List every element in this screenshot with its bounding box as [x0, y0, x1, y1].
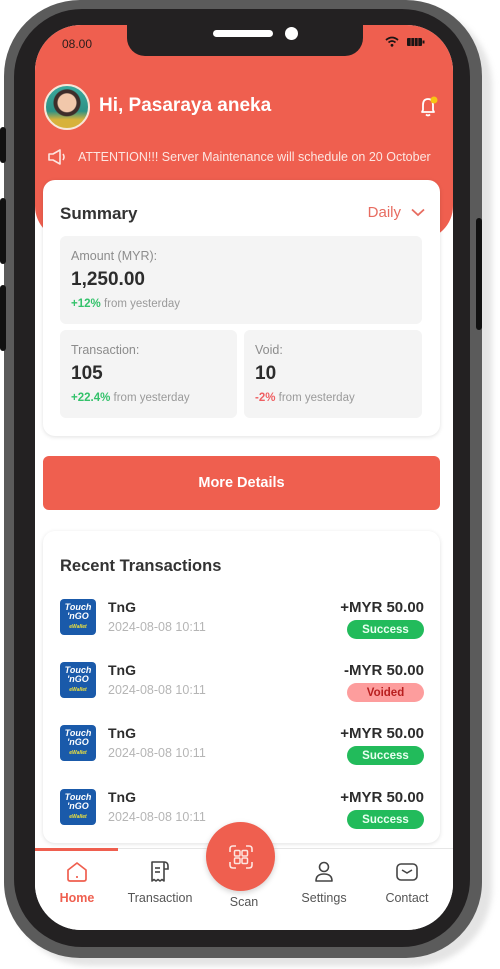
user-icon — [315, 861, 333, 882]
tng-logo-icon: Touch'nGO eWallet — [60, 725, 96, 761]
logo-text: eWallet — [69, 750, 87, 756]
app-screen: 08.00 Hi, Pasaraya aneka ATTENTION!!! Se… — [35, 25, 453, 930]
tng-logo-icon: Touch'nGO eWallet — [60, 599, 96, 635]
void-label: Void: — [255, 343, 283, 357]
transaction-amount: +MYR 50.00 — [340, 789, 424, 806]
active-tab-indicator — [35, 848, 118, 851]
tab-label: Scan — [229, 895, 259, 909]
logo-text: 'nGO — [67, 674, 89, 684]
void-change-percent: -2% — [255, 392, 276, 404]
battery-icon — [407, 37, 425, 46]
user-avatar[interactable] — [44, 84, 90, 130]
change-suffix: from yesterday — [103, 298, 180, 310]
amount-label: Amount (MYR): — [71, 249, 158, 263]
transaction-row[interactable]: Touch'nGO eWallet TnG 2024-08-08 10:11 +M… — [60, 598, 424, 648]
void-value: 10 — [255, 363, 277, 384]
transaction-stat: Transaction: 105 +22.4% from yesterday — [60, 330, 237, 418]
recent-transactions-card: Recent Transactions Touch'nGO eWallet TnG… — [43, 531, 440, 843]
tab-transaction[interactable]: Transaction — [118, 859, 202, 905]
tab-label: Contact — [385, 891, 429, 905]
tab-home[interactable]: Home — [35, 859, 119, 905]
power-button — [476, 218, 482, 330]
mail-icon — [396, 863, 418, 881]
tab-label: Transaction — [127, 891, 193, 905]
transaction-amount: -MYR 50.00 — [343, 662, 424, 679]
more-details-button[interactable]: More Details — [43, 456, 440, 510]
volume-down-button — [0, 285, 6, 351]
amount-stat: Amount (MYR): 1,250.00 +12% from yesterd… — [60, 236, 422, 324]
logo-text: 'nGO — [67, 611, 89, 621]
transaction-amount: +MYR 50.00 — [340, 599, 424, 616]
recent-transactions-title: Recent Transactions — [60, 557, 222, 575]
logo-text: eWallet — [69, 814, 87, 820]
tng-logo-icon: Touch'nGO eWallet — [60, 789, 96, 825]
wifi-icon — [385, 36, 399, 47]
status-time: 08.00 — [62, 37, 93, 51]
home-icon — [67, 862, 87, 882]
transaction-row[interactable]: Touch'nGO eWallet TnG 2024-08-08 10:11 -M… — [60, 661, 424, 711]
bell-icon — [421, 96, 438, 117]
announcement-banner[interactable]: ATTENTION!!! Server Maintenance will sch… — [47, 147, 447, 167]
transaction-value: 105 — [71, 363, 103, 384]
scan-button[interactable] — [206, 822, 275, 891]
transaction-label: Transaction: — [71, 343, 140, 357]
summary-card: Summary Daily Amount (MYR): 1,250.00 +12… — [43, 180, 440, 436]
transaction-amount: +MYR 50.00 — [340, 725, 424, 742]
amount-change-percent: +12% — [71, 298, 101, 310]
transaction-change: +22.4% from yesterday — [71, 392, 190, 404]
period-label: Daily — [367, 204, 401, 221]
change-suffix: from yesterday — [113, 392, 190, 404]
transaction-change-percent: +22.4% — [71, 392, 111, 404]
status-badge: Success — [347, 746, 424, 765]
amount-change: +12% from yesterday — [71, 298, 180, 310]
chevron-down-icon — [411, 208, 425, 217]
tab-label: Settings — [301, 891, 347, 905]
transaction-date: 2024-08-08 10:11 — [108, 620, 206, 634]
tab-scan[interactable]: Scan — [202, 889, 286, 909]
transaction-name: TnG — [108, 662, 136, 678]
announcement-text: ATTENTION!!! Server Maintenance will sch… — [78, 150, 431, 164]
status-badge: Voided — [347, 683, 424, 702]
logo-text: eWallet — [69, 687, 87, 693]
mute-switch — [0, 127, 6, 163]
tab-settings[interactable]: Settings — [282, 859, 366, 905]
tab-contact[interactable]: Contact — [365, 859, 449, 905]
status-icons — [385, 36, 425, 47]
period-dropdown[interactable]: Daily — [368, 204, 425, 221]
greeting-text: Hi, Pasaraya aneka — [99, 95, 272, 116]
logo-text: 'nGO — [67, 801, 89, 811]
change-suffix: from yesterday — [278, 392, 355, 404]
speaker — [213, 30, 273, 37]
logo-text: 'nGO — [67, 737, 89, 747]
status-badge: Success — [347, 620, 424, 639]
qr-scan-icon — [228, 844, 253, 869]
volume-up-button — [0, 198, 6, 264]
status-badge: Success — [347, 810, 424, 829]
transaction-row[interactable]: Touch'nGO eWallet TnG 2024-08-08 10:11 +M… — [60, 724, 424, 774]
void-change: -2% from yesterday — [255, 392, 355, 404]
receipt-icon — [151, 861, 169, 882]
transaction-name: TnG — [108, 599, 136, 615]
transaction-name: TnG — [108, 789, 136, 805]
transaction-name: TnG — [108, 725, 136, 741]
summary-title: Summary — [60, 204, 138, 223]
notification-button[interactable] — [418, 95, 440, 124]
megaphone-icon — [48, 149, 65, 165]
tng-logo-icon: Touch'nGO eWallet — [60, 662, 96, 698]
transaction-date: 2024-08-08 10:11 — [108, 810, 206, 824]
front-camera — [285, 27, 298, 40]
logo-text: eWallet — [69, 624, 87, 630]
transaction-date: 2024-08-08 10:11 — [108, 683, 206, 697]
transaction-date: 2024-08-08 10:11 — [108, 746, 206, 760]
void-stat: Void: 10 -2% from yesterday — [244, 330, 422, 418]
amount-value: 1,250.00 — [71, 269, 145, 290]
tab-label: Home — [59, 891, 95, 905]
